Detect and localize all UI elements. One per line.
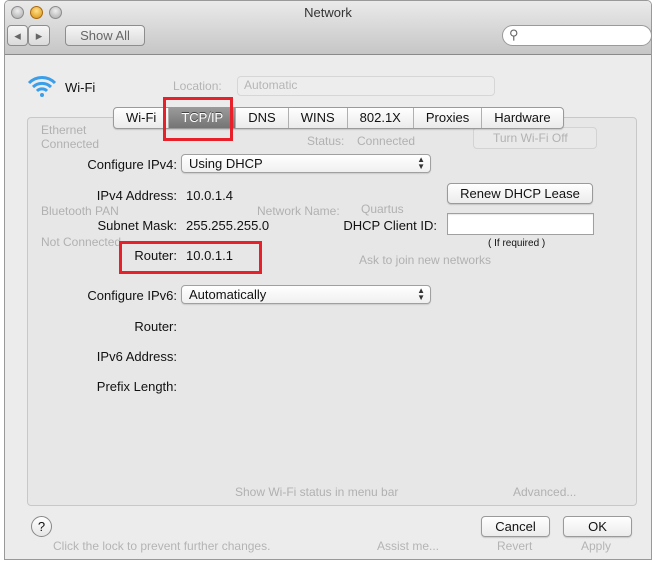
bg-revert: Revert xyxy=(497,539,533,553)
search-field[interactable]: ⚲ xyxy=(502,25,651,46)
tab-wins[interactable]: WINS xyxy=(289,108,348,128)
location-label: Location: xyxy=(173,79,222,93)
configure-ipv4-label: Configure IPv4: xyxy=(87,157,177,172)
bg-network-name-label: Network Name: xyxy=(257,204,340,218)
highlight-tcpip xyxy=(163,97,233,141)
service-name: Wi-Fi xyxy=(65,80,96,95)
ok-button[interactable]: OK xyxy=(563,516,632,537)
tab-proxies[interactable]: Proxies xyxy=(414,108,483,128)
router6-label: Router: xyxy=(134,319,177,334)
ipv4-address-value: 10.0.1.4 xyxy=(186,188,233,203)
bg-apply: Apply xyxy=(581,539,612,553)
stepper-arrows-icon: ▲ ▼ xyxy=(417,286,425,302)
configure-ipv4-popup[interactable]: Using DHCP ▲ ▼ xyxy=(181,154,431,173)
window-title: Network xyxy=(304,5,352,20)
stepper-arrows-icon: ▲ ▼ xyxy=(417,155,425,171)
back-button[interactable]: ◂ xyxy=(7,25,28,46)
ipv6-address-label: IPv6 Address: xyxy=(96,349,177,364)
bg-lock-text: Click the lock to prevent further change… xyxy=(53,539,271,553)
tab-8021x[interactable]: 802.1X xyxy=(348,108,414,128)
subnet-mask-value: 255.255.255.0 xyxy=(186,218,270,233)
dhcp-client-id-label: DHCP Client ID: xyxy=(343,218,437,233)
configure-ipv6-label: Configure IPv6: xyxy=(87,288,177,303)
network-window: Network ◂ ▸ Show All ⚲ Location: Automat… xyxy=(4,0,652,560)
tab-wifi[interactable]: Wi-Fi xyxy=(114,108,170,128)
tab-hardware[interactable]: Hardware xyxy=(482,108,562,128)
help-button[interactable]: ? xyxy=(31,516,52,537)
bg-service: Ethernet xyxy=(41,123,87,137)
if-required-hint: ( If required ) xyxy=(488,238,546,249)
bg-advanced: Advanced... xyxy=(513,485,577,499)
highlight-router xyxy=(119,241,262,274)
bg-ask-join: Ask to join new networks xyxy=(359,253,492,267)
bg-turn-off: Turn Wi-Fi Off xyxy=(493,131,568,145)
configure-ipv6-popup[interactable]: Automatically ▲ ▼ xyxy=(181,285,431,304)
search-icon: ⚲ xyxy=(509,27,519,42)
bg-service: Bluetooth PAN xyxy=(41,204,119,218)
title-bar: Network ◂ ▸ Show All ⚲ xyxy=(5,1,651,55)
wifi-icon xyxy=(27,76,57,97)
bg-assist: Assist me... xyxy=(377,539,440,553)
prefix-length-label: Prefix Length: xyxy=(96,379,177,394)
configure-ipv4-value: Using DHCP xyxy=(189,156,263,171)
cancel-button[interactable]: Cancel xyxy=(481,516,550,537)
bg-service-status: Not Connected xyxy=(41,235,122,249)
ipv4-address-label: IPv4 Address: xyxy=(96,188,177,203)
show-all-button[interactable]: Show All xyxy=(65,25,145,46)
configure-ipv6-value: Automatically xyxy=(189,287,267,302)
bg-service-status: Connected xyxy=(41,137,100,151)
bg-status-value: Connected xyxy=(357,134,416,148)
tcpip-panel xyxy=(27,117,637,506)
subnet-mask-label: Subnet Mask: xyxy=(97,218,178,233)
renew-dhcp-button[interactable]: Renew DHCP Lease xyxy=(447,183,593,204)
bg-network-name: Quartus xyxy=(361,202,404,216)
location-popup: Automatic xyxy=(237,76,495,96)
dhcp-client-id-field[interactable] xyxy=(447,213,594,235)
tab-dns[interactable]: DNS xyxy=(236,108,289,128)
bg-show-status: Show Wi-Fi status in menu bar xyxy=(235,485,399,499)
forward-button[interactable]: ▸ xyxy=(28,25,50,46)
bg-status-label: Status: xyxy=(307,134,345,148)
